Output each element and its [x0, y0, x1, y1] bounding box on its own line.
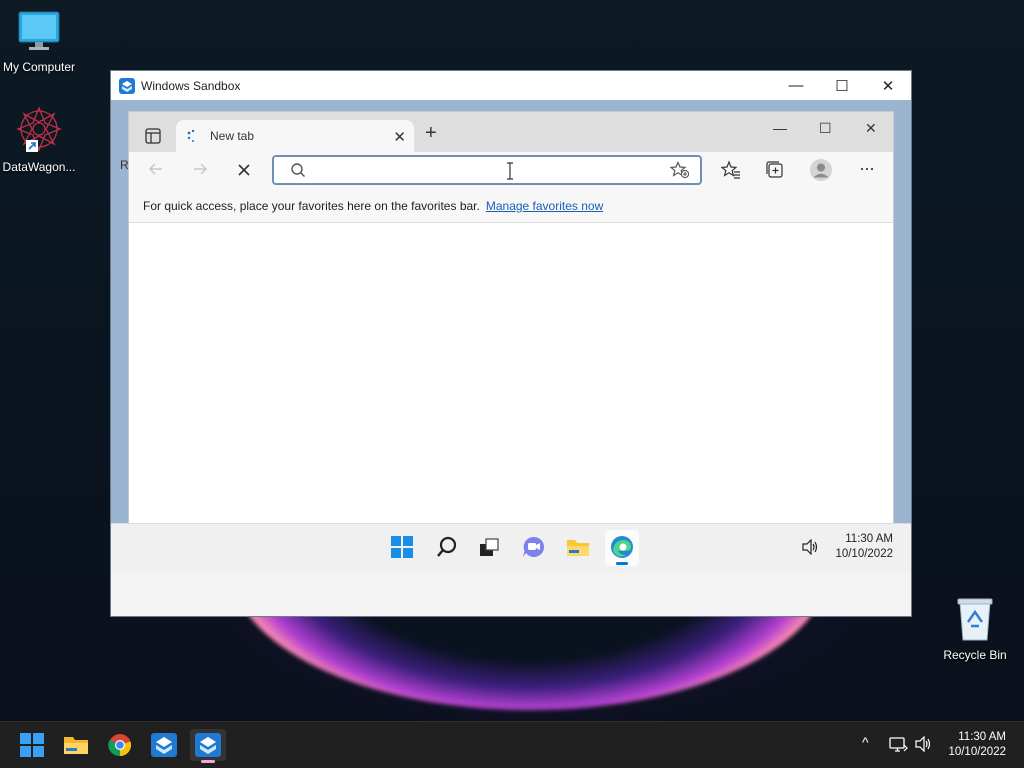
- forward-arrow-icon[interactable]: [191, 160, 209, 178]
- tab-actions-icon[interactable]: [145, 128, 161, 144]
- edge-icon: [611, 536, 633, 558]
- datawagon-icon: [16, 106, 62, 152]
- taskbar: ^ 11:30 AM 10/10/2022: [0, 721, 1024, 768]
- search-icon: [291, 163, 305, 177]
- sandbox-running-button[interactable]: [190, 729, 226, 763]
- sandbox-window: Windows Sandbox — ☐ ✕ R New tab ✕ + — ☐ …: [110, 70, 912, 617]
- recycle-bin-icon: [957, 598, 993, 641]
- taskbar-clock-date: 10/10/2022: [948, 746, 1006, 758]
- chrome-button[interactable]: [102, 729, 138, 761]
- tab-label: New tab: [210, 129, 255, 143]
- task-view-icon[interactable]: [478, 536, 500, 558]
- active-app-indicator: [201, 760, 215, 763]
- desktop-icon-my-computer[interactable]: My Computer: [0, 8, 78, 74]
- tab-new-tab[interactable]: New tab ✕: [176, 120, 414, 152]
- favorites-icon[interactable]: [721, 160, 741, 180]
- sandbox-clock[interactable]: 11:30 AM 10/10/2022: [835, 532, 893, 562]
- sandbox-taskbar: 11:30 AM 10/10/2022: [111, 523, 911, 571]
- edge-browser-window: New tab ✕ + — ☐ ✕ ··· For quick access, …: [128, 111, 894, 553]
- sandbox-desktop: R New tab ✕ + — ☐ ✕ ··· For quick access…: [111, 100, 911, 571]
- sandbox-icon: [151, 733, 177, 757]
- start-icon[interactable]: [391, 536, 413, 558]
- sandbox-clock-time: 11:30 AM: [845, 533, 893, 545]
- taskbar-clock-time: 11:30 AM: [958, 731, 1006, 743]
- show-hidden-icons-button[interactable]: ^: [862, 734, 869, 750]
- sandbox-app-icon: [119, 77, 135, 94]
- sandbox-clock-date: 10/10/2022: [835, 548, 893, 560]
- sandbox-maximize-button[interactable]: ☐: [819, 71, 865, 100]
- tab-strip: New tab ✕ + — ☐ ✕: [129, 112, 893, 152]
- add-favorite-icon[interactable]: [670, 161, 690, 179]
- favorites-bar-text: For quick access, place your favorites h…: [143, 199, 480, 213]
- browser-toolbar: ···: [129, 152, 893, 190]
- address-bar[interactable]: [272, 155, 702, 185]
- active-app-indicator: [616, 562, 628, 565]
- desktop-icon-label: My Computer: [2, 60, 76, 74]
- new-tab-button[interactable]: +: [425, 122, 437, 145]
- back-arrow-icon[interactable]: [147, 160, 165, 178]
- desktop-icon-datawagon[interactable]: DataWagon...: [0, 104, 78, 174]
- favorites-bar: For quick access, place your favorites h…: [129, 190, 893, 223]
- sandbox-close-button[interactable]: ✕: [865, 71, 911, 100]
- start-icon: [20, 733, 44, 757]
- loading-spinner-icon: [187, 129, 195, 142]
- sandbox-title: Windows Sandbox: [141, 78, 241, 93]
- address-input[interactable]: [310, 162, 654, 179]
- tab-close-button[interactable]: ✕: [393, 128, 406, 146]
- file-explorer-button[interactable]: [58, 729, 94, 761]
- volume-icon[interactable]: [801, 539, 819, 555]
- desktop-icon-recycle-bin[interactable]: Recycle Bin: [936, 596, 1014, 662]
- browser-maximize-button[interactable]: ☐: [819, 120, 832, 137]
- edge-taskbar-button[interactable]: [605, 530, 639, 566]
- sandbox-titlebar[interactable]: Windows Sandbox — ☐ ✕: [111, 71, 911, 101]
- sandbox-minimize-button[interactable]: —: [773, 71, 819, 100]
- settings-more-button[interactable]: ···: [859, 158, 875, 179]
- sandbox-active-icon: [195, 733, 221, 757]
- start-button[interactable]: [14, 729, 50, 761]
- manage-favorites-link[interactable]: Manage favorites now: [486, 199, 603, 213]
- collections-icon[interactable]: [765, 160, 785, 180]
- browser-close-button[interactable]: ✕: [865, 120, 877, 137]
- chrome-icon: [108, 734, 132, 757]
- taskbar-clock[interactable]: 11:30 AM 10/10/2022: [948, 730, 1006, 760]
- desktop-icon-label: DataWagon...: [2, 160, 76, 174]
- desktop-icon-label: Recycle Bin: [943, 648, 1007, 662]
- stop-loading-icon[interactable]: [236, 162, 252, 178]
- file-explorer-icon[interactable]: [566, 536, 590, 558]
- search-icon[interactable]: [436, 536, 458, 558]
- network-icon[interactable]: [888, 736, 908, 754]
- profile-avatar-icon[interactable]: [809, 158, 833, 182]
- browser-minimize-button[interactable]: —: [773, 120, 787, 136]
- page-content: [129, 223, 893, 552]
- monitor-icon: [18, 11, 60, 50]
- sandbox-pinned-button[interactable]: [146, 729, 182, 761]
- volume-icon[interactable]: [914, 736, 932, 752]
- text-cursor-icon: [507, 162, 513, 180]
- teams-chat-icon[interactable]: [522, 536, 546, 558]
- file-explorer-icon: [64, 737, 88, 754]
